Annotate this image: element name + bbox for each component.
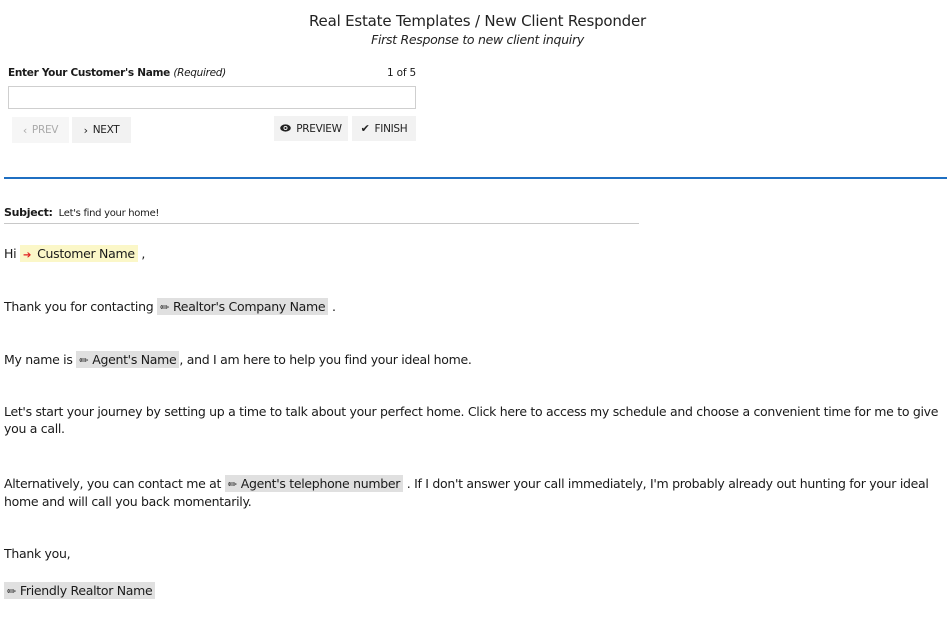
customer-name-input[interactable] (8, 86, 416, 109)
p2-suffix: , and I am here to help you find your id… (179, 352, 472, 367)
signature-paragraph: ✏ Friendly Realtor Name (4, 582, 946, 600)
company-name-token[interactable]: ✏ Realtor's Company Name (157, 298, 329, 315)
closing-line: Thank you, (4, 546, 71, 561)
eye-icon (280, 123, 292, 134)
step-counter: 1 of 5 (387, 67, 416, 79)
p2-prefix: My name is (4, 352, 73, 367)
greeting-paragraph: Hi ➔ Customer Name , (4, 245, 946, 264)
company-name-token-label: Realtor's Company Name (172, 299, 326, 314)
page-title: Real Estate Templates / New Client Respo… (309, 12, 646, 30)
required-note: (Required) (173, 67, 226, 79)
finish-label: FINISH (374, 122, 408, 135)
subject-label: Subject: (4, 206, 53, 219)
agent-telephone-token-label: Agent's telephone number (240, 476, 401, 491)
subject-value: Let's find your home! (58, 208, 160, 219)
preview-button[interactable]: PREVIEW (274, 116, 348, 141)
field-label: Enter Your Customer's Name (Required) (8, 67, 226, 79)
p1-prefix: Thank you for contacting (4, 299, 154, 314)
agent-name-token[interactable]: ✏ Agent's Name (76, 351, 180, 368)
greeting-prefix: Hi (4, 246, 17, 261)
agent-telephone-token[interactable]: ✏ Agent's telephone number (224, 475, 404, 492)
pencil-icon: ✏ (7, 585, 16, 598)
customer-name-field-group: Enter Your Customer's Name (Required) 1 … (8, 67, 416, 109)
pencil-icon: ✏ (227, 478, 237, 491)
paragraph-schedule: Let's start your journey by setting up a… (4, 404, 939, 436)
prev-label: PREV (31, 124, 59, 136)
next-button[interactable]: › NEXT (72, 117, 131, 143)
paragraph-contact: Thank you for contacting ✏ Realtor's Comp… (4, 298, 946, 316)
page-subtitle: First Response to new client inquiry (371, 32, 584, 47)
page-header: Real Estate Templates / New Client Respo… (0, 11, 947, 49)
chevron-right-icon: › (83, 123, 88, 137)
next-label: NEXT (92, 124, 120, 136)
prev-button[interactable]: ‹ PREV (12, 117, 69, 143)
paragraph-telephone: Alternatively, you can contact me at ✏ Ag… (4, 475, 946, 510)
preview-label: PREVIEW (296, 122, 342, 135)
customer-name-token[interactable]: ➔ Customer Name (19, 245, 138, 262)
customer-name-token-label: Customer Name (37, 246, 135, 261)
agent-name-token-label: Agent's Name (92, 352, 177, 367)
required-arrow-icon: ➔ (22, 250, 32, 261)
p1-suffix: . (331, 299, 336, 314)
check-icon: ✔ (360, 122, 370, 135)
greeting-suffix: , (141, 246, 146, 261)
realtor-name-token-label: Friendly Realtor Name (19, 583, 153, 598)
realtor-name-token[interactable]: ✏ Friendly Realtor Name (4, 582, 156, 599)
finish-button[interactable]: ✔ FINISH (352, 116, 416, 141)
p4-prefix: Alternatively, you can contact me at (4, 476, 222, 491)
field-label-text: Enter Your Customer's Name (8, 67, 170, 79)
chevron-left-icon: ‹ (22, 123, 27, 137)
subject-line: Subject: Let's find your home! (4, 206, 639, 224)
section-divider (4, 177, 947, 179)
pencil-icon: ✏ (160, 301, 169, 314)
paragraph-agent-name: My name is ✏ Agent's Name, and I am here … (4, 351, 946, 369)
pencil-icon: ✏ (79, 354, 89, 367)
